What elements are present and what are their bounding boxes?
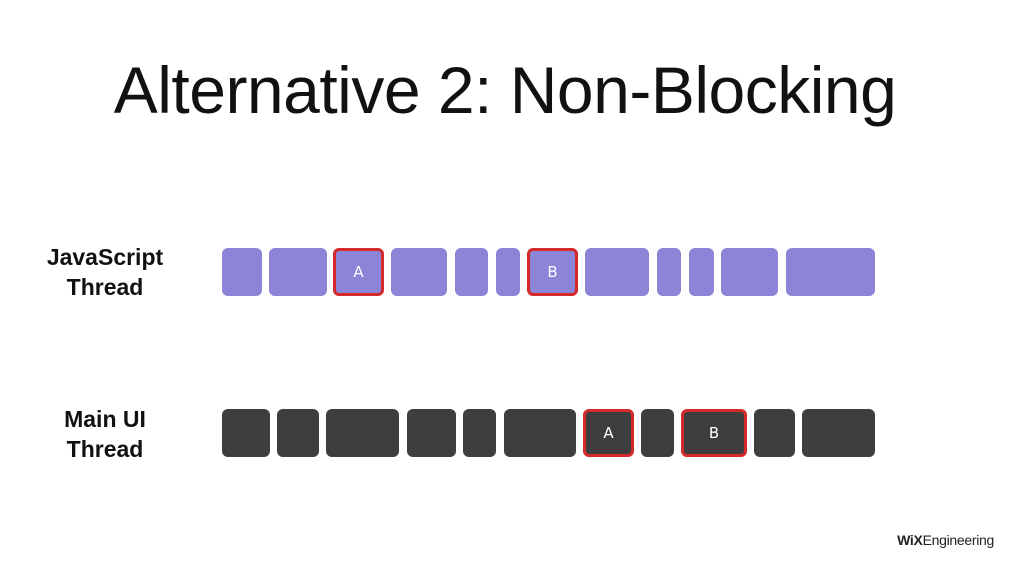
ui-task-block xyxy=(463,409,496,457)
ui-task-block xyxy=(407,409,456,457)
ui-task-b-block: B xyxy=(681,409,747,457)
ui-task-block xyxy=(641,409,674,457)
slide: Alternative 2: Non-Blocking JavaScript T… xyxy=(0,0,1024,576)
ui-thread-timeline: A B xyxy=(0,0,1024,576)
ui-task-block xyxy=(277,409,319,457)
wix-engineering-logo: WiXEngineering xyxy=(897,532,994,548)
ui-task-a-label: A xyxy=(603,424,614,442)
ui-task-block xyxy=(504,409,576,457)
brand-bold-text: WiX xyxy=(897,532,923,548)
ui-task-block xyxy=(222,409,270,457)
ui-task-block xyxy=(326,409,399,457)
ui-task-a-block: A xyxy=(583,409,634,457)
ui-task-block xyxy=(802,409,875,457)
brand-rest-text: Engineering xyxy=(922,532,995,548)
ui-task-block xyxy=(754,409,795,457)
ui-task-b-label: B xyxy=(708,424,720,442)
